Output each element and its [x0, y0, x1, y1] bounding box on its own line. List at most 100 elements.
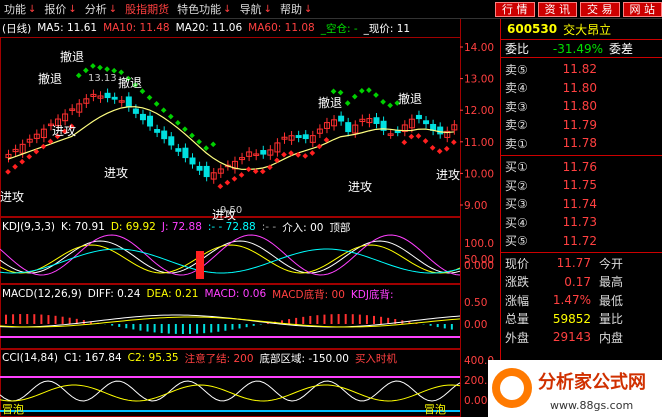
kdj-top: 顶部	[329, 221, 351, 234]
buy-row[interactable]: 买② 11.75	[501, 176, 662, 195]
trend-dot	[189, 132, 195, 139]
stat-value: 0.17	[564, 274, 591, 289]
chevron-down-icon: ↓	[303, 3, 313, 15]
sell-label: 卖①	[505, 136, 528, 151]
menu-analysis[interactable]: 分析 ↓	[81, 0, 121, 19]
high-price-label: 13.13	[88, 73, 117, 84]
price-axis-label: 9.00	[464, 200, 487, 212]
stock-name: 交大昂立	[563, 22, 612, 37]
candle-body	[125, 96, 132, 108]
trend-dot	[281, 151, 287, 158]
cci-note: 注意了结: 200	[184, 352, 254, 365]
market-button[interactable]: 行 情	[495, 1, 535, 17]
attack-label: 进攻	[52, 124, 76, 138]
sell-row[interactable]: 卖⑤ 11.82	[501, 60, 662, 79]
sell-row[interactable]: 卖② 11.79	[501, 116, 662, 135]
trend-dot	[351, 93, 358, 100]
menu-label: 帮助	[279, 3, 302, 16]
price-axis-label: 11.00	[464, 137, 494, 149]
ratio-value: -31.49%	[552, 41, 603, 56]
stat-value: 1.47%	[552, 293, 591, 308]
buy-price: 11.74	[562, 196, 597, 211]
main-legend: (日线) MA5: 11.61 MA10: 11.48 MA20: 11.06 …	[0, 21, 410, 35]
ma60-value: MA60: 11.08	[248, 22, 315, 34]
cci-name: CCI(14,84)	[2, 352, 59, 364]
candle-body	[196, 165, 203, 171]
trend-dot	[443, 145, 450, 152]
macd-value: MACD: 0.06	[204, 288, 267, 300]
menu-quote[interactable]: 报价 ↓	[40, 0, 80, 19]
menu-label: 报价	[44, 3, 67, 16]
menu-label: 导航	[239, 3, 262, 16]
ma20-value: MA20: 11.06	[175, 22, 243, 34]
quote-stats: 现价 11.77 今开 涨跌 0.17 最高 涨幅 1.47% 最低 总量 59852 量比 外…	[501, 253, 662, 347]
retreat-label: 撤退	[118, 75, 142, 90]
trend-dot	[104, 66, 110, 72]
trend-dot	[217, 183, 224, 190]
trend-dot	[175, 120, 181, 126]
sell-row[interactable]: 卖④ 11.80	[501, 79, 662, 98]
candle-body	[203, 165, 210, 178]
attack-label: 进攻	[0, 190, 24, 204]
macd-axis-label: 0.00	[464, 319, 487, 331]
cci-legend: CCI(14,84) C1: 167.84 C2: 95.35 注意了结: 20…	[0, 351, 397, 365]
menu-help[interactable]: 帮助 ↓	[276, 0, 316, 19]
menu-function[interactable]: 功能 ↓	[0, 0, 40, 19]
trend-dot	[118, 69, 125, 76]
chevron-down-icon: ↓	[68, 3, 77, 15]
macd-axis-label: 0.50	[464, 297, 487, 309]
trend-dot	[5, 168, 11, 175]
cci-zone: 底部区域: -150.00	[259, 352, 349, 365]
macd-name: MACD(12,26,9)	[2, 288, 82, 300]
sell-label: 卖②	[505, 118, 528, 133]
trade-button[interactable]: 交 易	[580, 1, 620, 17]
position-status: _空仓: -	[320, 22, 358, 35]
trend-dot	[224, 179, 231, 186]
stat-row: 涨幅 1.47% 最低	[501, 291, 662, 310]
trend-dot	[19, 158, 25, 165]
news-button[interactable]: 资 讯	[537, 1, 577, 17]
stat-value: 11.77	[556, 256, 591, 271]
stat-label: 总量	[505, 312, 530, 327]
ma-line	[7, 106, 454, 170]
trend-dot	[451, 139, 457, 146]
sell-row[interactable]: 卖① 11.78	[501, 134, 662, 153]
candle-body	[104, 92, 111, 99]
buy-row[interactable]: 买④ 11.73	[501, 213, 662, 232]
price-axis-label: 10.00	[464, 168, 494, 180]
trend-dot	[26, 153, 33, 160]
stat-row: 涨跌 0.17 最高	[501, 273, 662, 292]
trend-dot	[203, 145, 209, 151]
period-label: (日线)	[2, 22, 32, 35]
candle-body	[373, 117, 380, 124]
trend-dot	[182, 126, 188, 132]
candle-body	[338, 115, 345, 122]
low-price-label: 9.50	[220, 205, 242, 216]
price-axis-label: 14.00	[464, 42, 494, 54]
kdj-j2: :- - 72.88	[207, 221, 256, 233]
website-button[interactable]: 网 站	[622, 1, 662, 17]
trend-dot	[359, 88, 365, 94]
buy-row[interactable]: 买① 11.76	[501, 158, 662, 177]
candle-body	[111, 96, 118, 100]
sell-row[interactable]: 卖③ 11.80	[501, 97, 662, 116]
trend-dot	[401, 139, 408, 146]
trend-dot	[380, 99, 386, 105]
menu-label: 特色功能	[177, 3, 222, 16]
menu-index-futures[interactable]: 股指期货	[121, 0, 173, 19]
menu-navigation[interactable]: 导航 ↓	[236, 0, 276, 19]
menu-special[interactable]: 特色功能 ↓	[173, 0, 235, 19]
buy-row[interactable]: 买③ 11.74	[501, 195, 662, 214]
sell-label: 卖④	[505, 81, 528, 96]
trend-dot	[415, 133, 422, 139]
stat-tail: 最低	[599, 293, 624, 308]
stat-label: 现价	[505, 256, 530, 271]
ratio-label: 委比	[505, 42, 530, 56]
trend-dot	[12, 163, 18, 170]
trend-dot	[238, 172, 245, 178]
trend-dot	[309, 150, 316, 156]
watermark-url: www.88gs.com	[548, 399, 636, 412]
buy-row[interactable]: 买⑤ 11.72	[501, 232, 662, 251]
chart-area[interactable]: 14.00 13.00 12.00 11.00 10.00 9.00 100.0 50.00 0…	[0, 19, 500, 417]
trend-dot	[146, 94, 153, 101]
